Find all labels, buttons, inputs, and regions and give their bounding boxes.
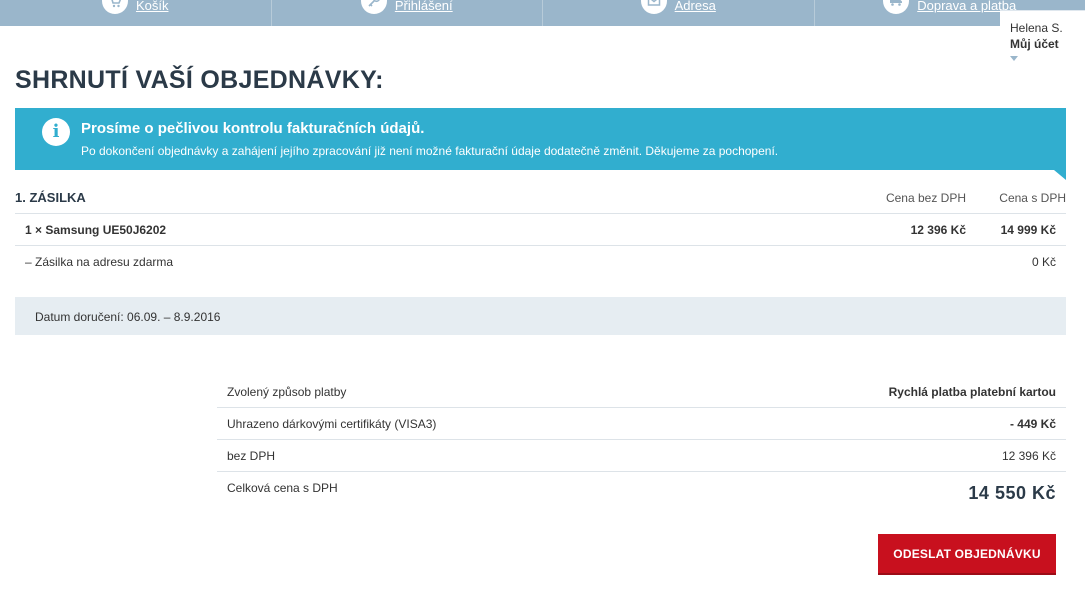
order-summary: Zvolený způsob platby Rychlá platba plat…	[217, 376, 1066, 516]
total-value: 14 550 Kč	[968, 483, 1056, 503]
total-label: Celková cena s DPH	[227, 481, 338, 495]
step-cart-label[interactable]: Košík	[136, 0, 169, 13]
summary-net-row: bez DPH 12 396 Kč	[217, 440, 1066, 472]
delivery-price: 0 Kč	[1031, 255, 1056, 269]
net-label: bez DPH	[227, 448, 276, 463]
table-row: 1 × Samsung UE50J6202 12 396 Kč 14 999 K…	[15, 214, 1066, 246]
checkout-steps-nav: Košík Přihlášení Adresa Doprava a platba	[0, 0, 1085, 26]
step-login-label[interactable]: Přihlášení	[395, 0, 453, 13]
step-address[interactable]: Adresa	[543, 0, 815, 26]
voucher-label: Uhrazeno dárkovými certifikáty (VISA3)	[227, 416, 437, 431]
shipment-table: 1. ZÁSILKA Cena bez DPH Cena s DPH 1 × S…	[15, 182, 1066, 278]
col-header-gross-price: Cena s DPH	[999, 190, 1066, 205]
truck-icon	[883, 0, 910, 14]
delivery-name: – Zásilka na adresu zdarma	[25, 255, 174, 269]
cart-icon	[101, 0, 128, 14]
delivery-date: Datum doručení: 06.09. – 8.9.2016	[15, 297, 1066, 335]
page-title: SHRNUTÍ VAŠÍ OBJEDNÁVKY:	[15, 66, 384, 94]
envelope-icon	[640, 0, 667, 14]
summary-total-row: Celková cena s DPH 14 550 Kč	[217, 472, 1066, 516]
info-icon: i	[42, 118, 70, 146]
info-banner: i Prosíme o pečlivou kontrolu fakturační…	[15, 108, 1066, 180]
step-login[interactable]: Přihlášení	[272, 0, 543, 26]
info-banner-title: Prosíme o pečlivou kontrolu fakturačních…	[81, 120, 425, 137]
col-header-net-price: Cena bez DPH	[885, 190, 966, 205]
item-net-price: 12 396 Kč	[910, 222, 966, 237]
payment-label: Zvolený způsob platby	[227, 384, 347, 399]
chevron-down-icon[interactable]	[1010, 56, 1018, 61]
info-banner-text: Po dokončení objednávky a zahájení jejíh…	[81, 144, 779, 158]
shipment-header-row: 1. ZÁSILKA Cena bez DPH Cena s DPH	[15, 182, 1066, 214]
submit-order-button[interactable]: ODESLAT OBJEDNÁVKU	[878, 534, 1056, 575]
info-banner-tail	[1054, 170, 1066, 180]
key-icon	[360, 0, 387, 14]
shipment-title: 1. ZÁSILKA	[15, 190, 86, 205]
net-value: 12 396 Kč	[1001, 448, 1056, 463]
table-row: – Zásilka na adresu zdarma 0 Kč	[15, 246, 1066, 278]
summary-payment-row: Zvolený způsob platby Rychlá platba plat…	[217, 376, 1066, 408]
step-address-label[interactable]: Adresa	[675, 0, 716, 13]
account-user-name: Helena S.	[1010, 21, 1063, 35]
summary-voucher-row: Uhrazeno dárkovými certifikáty (VISA3) -…	[217, 408, 1066, 440]
account-label[interactable]: Můj účet	[1010, 37, 1085, 51]
item-name: 1 × Samsung UE50J6202	[25, 222, 167, 237]
account-menu[interactable]: Helena S. Můj účet	[1000, 10, 1085, 68]
payment-value: Rychlá platba platební kartou	[888, 384, 1056, 399]
step-cart[interactable]: Košík	[0, 0, 272, 26]
voucher-value: - 449 Kč	[1009, 416, 1056, 431]
item-gross-price: 14 999 Kč	[1000, 222, 1056, 237]
